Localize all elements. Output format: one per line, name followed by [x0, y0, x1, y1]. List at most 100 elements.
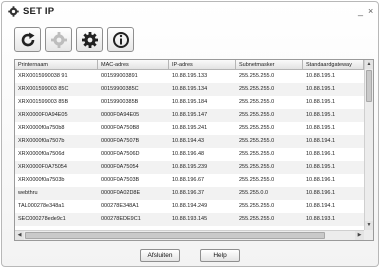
refresh-icon: [21, 32, 35, 47]
scrollbar-corner: [364, 230, 373, 240]
table-row[interactable]: XRX0000f0a7506d 0000F0A7506D 10.88.196.48 2…: [15, 148, 364, 161]
cell-ip-address: 10.88.195.241: [172, 125, 208, 131]
cell-default-gateway: 10.88.195.1: [306, 99, 336, 105]
scroll-right-arrow[interactable]: ▶: [355, 231, 364, 240]
window-title: SET IP: [23, 6, 55, 17]
cell-subnet-mask: 255.255.255.0: [239, 164, 275, 170]
cell-printer-name: XRX0000f0a7507b: [18, 138, 65, 144]
column-header-ip-address[interactable]: IP-adres: [169, 60, 236, 70]
cell-subnet-mask: 255.255.0.0: [239, 190, 269, 196]
cell-subnet-mask: 255.255.255.0: [239, 73, 275, 79]
cell-ip-address: 10.88.196.67: [172, 177, 205, 183]
gear-icon: [51, 32, 67, 48]
table-row[interactable]: XRX0000f0a7507b 0000F0A7507B 10.88.194.43 2…: [15, 135, 364, 148]
cell-printer-name: TAL000278e348a1: [18, 203, 65, 209]
table-row[interactable]: XRX0000F0A94E05 0000F0A94E05 10.88.195.147…: [15, 109, 364, 122]
set-ip-window: SET IP _ × Printernaam MAC-adres IP-adre…: [1, 1, 379, 267]
cell-mac-address: 0000F0A7506D: [101, 151, 140, 157]
column-header-subnet-mask[interactable]: Subnetmasker: [236, 60, 303, 70]
table-body: XRX0015990038 91 001599003891 10.88.195.13…: [15, 70, 364, 226]
cell-default-gateway: 10.88.194.1: [306, 203, 336, 209]
table-row[interactable]: XRX0000f0a750b8 0000F0A750B8 10.88.195.241…: [15, 122, 364, 135]
table-row[interactable]: XRX0000f0a7503b 0000F0A7503B 10.88.196.67 2…: [15, 174, 364, 187]
cell-ip-address: 10.88.196.37: [172, 190, 205, 196]
cell-mac-address: 000278E348A1: [101, 203, 139, 209]
gear-icon: [82, 32, 98, 48]
table-row[interactable]: XRX001599003 85B 00159900385B 10.88.195.18…: [15, 96, 364, 109]
cell-subnet-mask: 255.255.255.0: [239, 99, 275, 105]
refresh-button[interactable]: [14, 27, 41, 52]
cell-ip-address: 10.88.195.134: [172, 86, 208, 92]
afsluiten-button[interactable]: Afsluiten: [140, 249, 180, 262]
title-bar[interactable]: SET IP _ ×: [2, 2, 378, 22]
cell-subnet-mask: 255.255.255.0: [239, 112, 275, 118]
info-icon: [113, 32, 129, 48]
cell-printer-name: XRX0000F0A94E05: [18, 112, 68, 118]
table-row[interactable]: TAL000278e348a1 000278E348A1 10.88.194.249…: [15, 200, 364, 213]
column-header-printer-name[interactable]: Printernaam: [15, 60, 98, 70]
table-row[interactable]: webthru 0000F0A02D8E 10.88.196.37 255.255.0…: [15, 187, 364, 200]
cell-default-gateway: 10.88.196.1: [306, 151, 336, 157]
table-header: Printernaam MAC-adres IP-adres Subnetmas…: [15, 60, 364, 70]
cell-default-gateway: 10.88.193.1: [306, 216, 336, 222]
cell-ip-address: 10.88.194.249: [172, 203, 208, 209]
settings-button[interactable]: [76, 27, 103, 52]
cell-subnet-mask: 255.255.255.0: [239, 203, 275, 209]
table-row[interactable]: SEC000278ede9c1 000278EDE9C1 10.88.193.145…: [15, 213, 364, 226]
table-row[interactable]: XRX0015990038 91 001599003891 10.88.195.13…: [15, 70, 364, 83]
cell-mac-address: 0000F0A02D8E: [101, 190, 141, 196]
scroll-left-arrow[interactable]: ◀: [15, 231, 24, 240]
cell-ip-address: 10.88.193.145: [172, 216, 208, 222]
cell-printer-name: webthru: [18, 190, 38, 196]
scroll-up-arrow[interactable]: ▲: [365, 60, 373, 69]
cell-subnet-mask: 255.255.255.0: [239, 138, 275, 144]
cell-subnet-mask: 255.255.255.0: [239, 151, 275, 157]
cell-mac-address: 0000F0A750B8: [101, 125, 140, 131]
cell-ip-address: 10.88.195.184: [172, 99, 208, 105]
cell-ip-address: 10.88.195.239: [172, 164, 208, 170]
cell-subnet-mask: 255.255.255.0: [239, 216, 275, 222]
cell-mac-address: 000278EDE9C1: [101, 216, 141, 222]
cell-default-gateway: 10.88.195.1: [306, 125, 336, 131]
cell-printer-name: XRX0000f0a7503b: [18, 177, 65, 183]
horizontal-scrollbar[interactable]: ◀ ▶: [15, 230, 364, 240]
cell-printer-name: XRX0000f0a7506d: [18, 151, 65, 157]
cell-ip-address: 10.88.194.43: [172, 138, 205, 144]
minimize-button[interactable]: _: [358, 7, 363, 16]
table-row[interactable]: XRX001599003 85C 00159900385C 10.88.195.13…: [15, 83, 364, 96]
vertical-scrollbar[interactable]: ▲ ▼: [364, 60, 373, 230]
cell-mac-address: 00159900385C: [101, 86, 139, 92]
cell-printer-name: XRX0015990038 91: [18, 73, 68, 79]
cell-mac-address: 00159900385B: [101, 99, 139, 105]
vertical-scroll-thumb[interactable]: [366, 70, 372, 102]
cell-ip-address: 10.88.195.147: [172, 112, 208, 118]
cell-subnet-mask: 255.255.255.0: [239, 86, 275, 92]
column-header-mac-address[interactable]: MAC-adres: [98, 60, 169, 70]
info-button[interactable]: [107, 27, 134, 52]
cell-printer-name: SEC000278ede9c1: [18, 216, 66, 222]
cell-printer-name: XRX0000F0A75054: [18, 164, 67, 170]
cell-default-gateway: 10.88.196.1: [306, 190, 336, 196]
cell-printer-name: XRX001599003 85B: [18, 99, 69, 105]
cell-mac-address: 001599003891: [101, 73, 138, 79]
cell-default-gateway: 10.88.196.1: [306, 177, 336, 183]
scroll-down-arrow[interactable]: ▼: [365, 221, 373, 230]
cell-ip-address: 10.88.196.48: [172, 151, 205, 157]
table-row[interactable]: XRX0000F0A75054 0000F0A75054 10.88.195.239…: [15, 161, 364, 174]
cell-mac-address: 0000F0A7503B: [101, 177, 140, 183]
gear-icon: [8, 6, 19, 17]
cell-default-gateway: 10.88.195.1: [306, 112, 336, 118]
cell-mac-address: 0000F0A75054: [101, 164, 139, 170]
horizontal-scroll-thumb[interactable]: [25, 232, 325, 239]
cell-subnet-mask: 255.255.255.0: [239, 177, 275, 183]
cell-default-gateway: 10.88.195.1: [306, 73, 336, 79]
printer-table: Printernaam MAC-adres IP-adres Subnetmas…: [14, 59, 374, 241]
cell-printer-name: XRX001599003 85C: [18, 86, 69, 92]
cell-ip-address: 10.88.195.133: [172, 73, 208, 79]
cell-default-gateway: 10.88.195.1: [306, 164, 336, 170]
settings-disabled-button[interactable]: [45, 27, 72, 52]
close-button[interactable]: ×: [368, 7, 373, 16]
help-button[interactable]: Help: [200, 249, 240, 262]
cell-default-gateway: 10.88.194.1: [306, 138, 336, 144]
column-header-default-gateway[interactable]: Standaardgateway: [303, 60, 364, 70]
